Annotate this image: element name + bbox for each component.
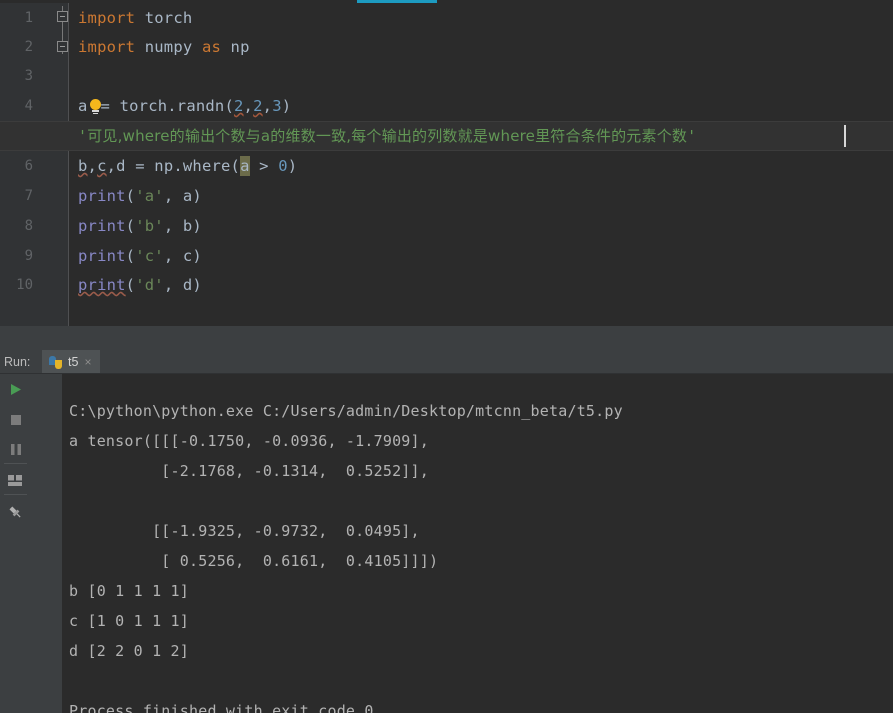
line-number: 7 bbox=[24, 188, 33, 204]
token-number-0: 0 bbox=[278, 157, 288, 175]
code-line-5: '可见,where的输出个数与a的维数一致,每个输出的列数就是where里符合条… bbox=[78, 121, 696, 151]
token-print-fn: print bbox=[78, 187, 126, 205]
token-arg-b: , b) bbox=[163, 217, 202, 235]
code-editor[interactable]: 1 2 3 4 5 6 7 8 9 10 import torch import… bbox=[0, 3, 893, 326]
layout-settings-button[interactable] bbox=[3, 468, 28, 493]
console-line: [ 0.5256, 0.6161, 0.4105]]]) bbox=[69, 552, 439, 570]
token-alias-np: np bbox=[221, 38, 250, 56]
token-print-fn: print bbox=[78, 247, 126, 265]
line-number: 10 bbox=[16, 277, 33, 293]
code-line-1: import torch bbox=[78, 3, 192, 33]
lightbulb-icon[interactable] bbox=[89, 99, 102, 115]
token-lparen: ( bbox=[125, 217, 136, 235]
token-string-d: 'd' bbox=[135, 276, 164, 294]
token-comment-text: 可见,where的输出个数与a的维数一致,每个输出的列数就是where里符合条件… bbox=[87, 127, 688, 145]
run-toolbar-left bbox=[0, 374, 31, 713]
token-lparen: ( bbox=[125, 187, 136, 205]
toolbar-divider bbox=[4, 463, 27, 464]
line-number: 6 bbox=[24, 158, 33, 174]
run-tool-window: Run: t5 × C:\python\python.exe C:/Users/… bbox=[0, 326, 893, 713]
token-comment-quote-open: ' bbox=[78, 127, 88, 145]
line-number: 4 bbox=[24, 98, 33, 114]
line-number: 3 bbox=[24, 68, 33, 84]
window-layout-icon bbox=[8, 475, 22, 486]
pin-tab-button[interactable] bbox=[3, 500, 28, 525]
console-line: Process finished with exit code 0 bbox=[69, 702, 374, 713]
line-number: 9 bbox=[24, 248, 33, 264]
pin-icon bbox=[9, 506, 21, 518]
toolbar-divider bbox=[4, 494, 27, 495]
code-line-9: print('c', c) bbox=[78, 241, 202, 271]
token-comma: , bbox=[262, 97, 273, 115]
token-rparen: ) bbox=[281, 97, 292, 115]
console-line: [[-1.9325, -0.9732, 0.0495], bbox=[69, 522, 420, 540]
run-console-output[interactable]: C:\python\python.exe C:/Users/admin/Desk… bbox=[62, 374, 893, 713]
run-toolbar-right bbox=[31, 374, 90, 713]
token-lparen: ( bbox=[125, 247, 136, 265]
token-comment-quote-close: ' bbox=[687, 127, 697, 145]
code-line-4: a = torch.randn(2,2,3) bbox=[78, 91, 291, 121]
code-line-6: b,c,d = np.where(a > 0) bbox=[78, 156, 298, 176]
pause-icon bbox=[10, 444, 21, 455]
ide-window: 1 2 3 4 5 6 7 8 9 10 import torch import… bbox=[0, 0, 893, 713]
python-file-icon bbox=[49, 355, 62, 369]
token-keyword-as: as bbox=[201, 38, 222, 56]
token-string-b: 'b' bbox=[135, 217, 164, 235]
token-number-2: 2 bbox=[234, 97, 244, 115]
token-arg-c: , c) bbox=[163, 247, 202, 265]
code-fold-icon[interactable] bbox=[57, 41, 68, 52]
token-number-3: 3 bbox=[272, 97, 282, 115]
code-fold-icon[interactable] bbox=[57, 11, 68, 22]
token-arg-d: , d) bbox=[163, 276, 202, 294]
code-line-7: print('a', a) bbox=[78, 181, 202, 211]
pause-output-button[interactable] bbox=[3, 437, 28, 462]
console-line: d [2 2 0 1 2] bbox=[69, 642, 189, 660]
token-print-fn: print bbox=[78, 217, 126, 235]
token-variable-c: c bbox=[97, 157, 107, 175]
run-config-tab-t5[interactable]: t5 × bbox=[42, 350, 101, 374]
code-line-10: print('d', d) bbox=[78, 270, 202, 300]
token-comma: , bbox=[243, 97, 254, 115]
line-number: 8 bbox=[24, 218, 33, 234]
token-string-c: 'c' bbox=[135, 247, 164, 265]
stop-button[interactable] bbox=[3, 407, 28, 432]
token-module-torch: torch bbox=[135, 9, 193, 27]
token-where-call: ,d = np.where( bbox=[106, 157, 241, 175]
play-icon bbox=[11, 384, 21, 395]
rerun-button[interactable] bbox=[3, 377, 28, 402]
token-variable-b: b bbox=[78, 157, 88, 175]
run-tab-label: t5 bbox=[68, 355, 79, 369]
code-line-2: import numpy as np bbox=[78, 32, 250, 62]
run-tool-window-label: Run: bbox=[4, 355, 31, 369]
line-number: 1 bbox=[24, 10, 33, 26]
token-highlighted-identifier-a: a bbox=[240, 156, 250, 176]
console-line: C:\python\python.exe C:/Users/admin/Desk… bbox=[69, 402, 623, 420]
console-line: [-2.1768, -0.1314, 0.5252]], bbox=[69, 462, 429, 480]
console-line: a tensor([[[-0.1750, -0.0936, -1.7909], bbox=[69, 432, 429, 450]
token-number-2: 2 bbox=[253, 97, 263, 115]
code-line-8: print('b', b) bbox=[78, 211, 202, 241]
console-line: b [0 1 1 1 1] bbox=[69, 582, 189, 600]
token-print-fn: print bbox=[78, 276, 126, 294]
stop-square-icon bbox=[10, 414, 21, 425]
token-lparen: ( bbox=[125, 276, 136, 294]
token-keyword-import: import bbox=[78, 9, 136, 27]
token-variable-a: a bbox=[78, 97, 88, 115]
close-icon[interactable]: × bbox=[84, 355, 91, 369]
token-gt-operator: > bbox=[249, 157, 279, 175]
token-arg-a: , a) bbox=[163, 187, 202, 205]
code-text-area[interactable]: import torch import numpy as np a = torch… bbox=[0, 3, 893, 326]
token-string-a: 'a' bbox=[135, 187, 164, 205]
token-keyword-import: import bbox=[78, 38, 136, 56]
line-number: 2 bbox=[24, 39, 33, 55]
token-module-numpy: numpy bbox=[135, 38, 202, 56]
token-assign-randn: = torch.randn( bbox=[100, 97, 234, 115]
text-caret bbox=[844, 125, 846, 147]
token-rparen: ) bbox=[287, 157, 298, 175]
console-line: c [1 0 1 1 1] bbox=[69, 612, 189, 630]
